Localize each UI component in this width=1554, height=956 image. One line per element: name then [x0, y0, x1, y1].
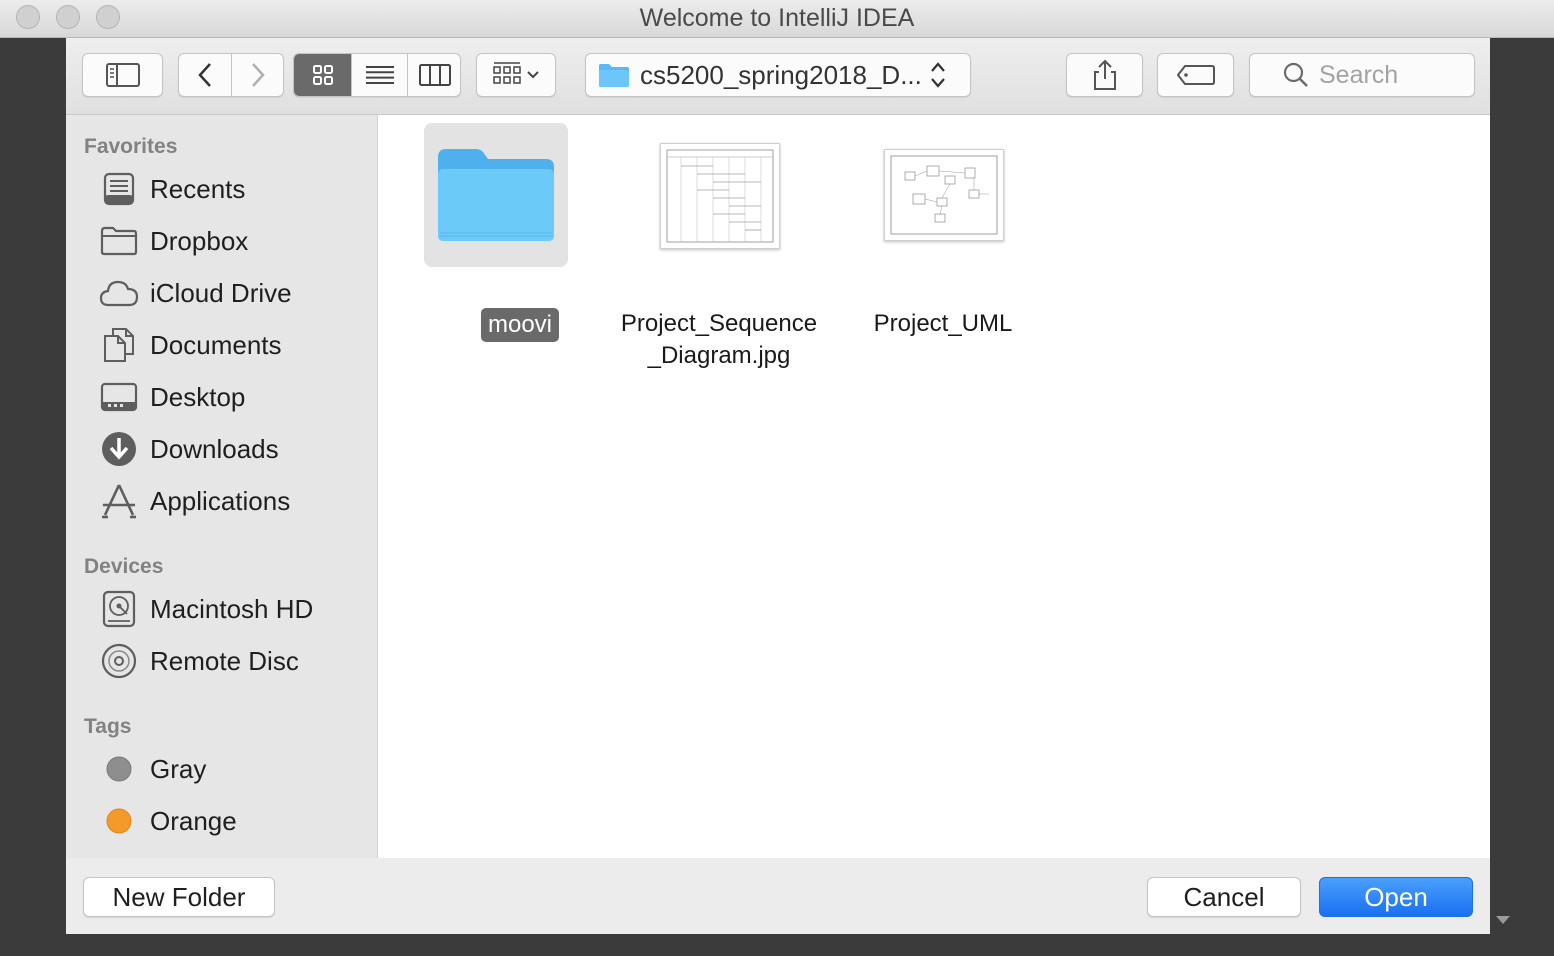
sidebar-item-applications[interactable]: Applications — [99, 479, 369, 523]
sidebar-item-label: Applications — [150, 485, 291, 516]
arrange-grid-icon — [493, 62, 539, 84]
file-name: Project_Sequence _Diagram.jpg — [604, 308, 834, 372]
sidebar-item-label: Downloads — [150, 433, 279, 464]
section-title-tags: Tags — [84, 715, 132, 738]
sidebar-item-dropbox[interactable]: Dropbox — [99, 219, 369, 263]
disc-icon — [101, 643, 137, 679]
tags-button[interactable] — [1157, 53, 1234, 97]
file-name: moovi — [480, 308, 560, 342]
sidebar-item-icloud-drive[interactable]: iCloud Drive — [99, 271, 369, 315]
window-title: Welcome to IntelliJ IDEA — [639, 4, 915, 32]
sidebar-item-tag-orange[interactable]: Orange — [99, 799, 369, 843]
sidebar-toggle-button[interactable] — [82, 53, 163, 97]
new-folder-button[interactable]: New Folder — [83, 877, 275, 917]
column-view-icon — [419, 64, 451, 86]
file-name-line: _Diagram.jpg — [647, 342, 791, 369]
folder-icon — [100, 226, 138, 256]
sidebar-item-label: Macintosh HD — [150, 593, 314, 624]
sidebar-item-label: Gray — [150, 753, 207, 784]
sidebar-item-macintosh-hd[interactable]: Macintosh HD — [99, 587, 369, 631]
cancel-button[interactable]: Cancel — [1147, 877, 1301, 917]
sidebar-item-label: Remote Disc — [150, 645, 299, 676]
sequence-diagram-thumbnail-icon — [666, 149, 774, 243]
tag-dot-icon — [106, 756, 132, 782]
documents-icon — [104, 328, 134, 362]
section-title-favorites: Favorites — [84, 135, 178, 158]
image-thumbnail — [660, 143, 780, 249]
cloud-icon — [99, 280, 139, 307]
image-thumbnail — [884, 149, 1004, 241]
sidebar-item-label: Dropbox — [150, 225, 249, 256]
view-mode-selector — [293, 53, 461, 97]
sidebar: Favorites Recents Dropbox iCloud Drive D… — [66, 115, 378, 858]
dialog-bottom-bar: New Folder Cancel Open — [66, 858, 1490, 934]
sidebar-item-label: Recents — [150, 173, 246, 204]
sidebar-item-documents[interactable]: Documents — [99, 323, 369, 367]
scroll-down-arrow-icon[interactable] — [1496, 916, 1510, 924]
sidebar-item-desktop[interactable]: Desktop — [99, 375, 369, 419]
search-field[interactable]: Search — [1249, 53, 1475, 97]
current-folder-label: cs5200_spring2018_D... — [640, 59, 922, 90]
dialog-toolbar: cs5200_spring2018_D... Search — [66, 38, 1490, 115]
navigation-buttons — [178, 53, 284, 97]
file-name: Project_UML — [873, 310, 1013, 337]
sidebar-item-label: Orange — [150, 805, 237, 836]
tag-icon — [1176, 65, 1215, 85]
sidebar-item-tag-gray[interactable]: Gray — [99, 747, 369, 791]
icon-view-icon — [312, 65, 333, 85]
forward-button[interactable] — [231, 54, 283, 96]
up-down-chevron-icon — [931, 62, 945, 88]
open-button[interactable]: Open — [1319, 877, 1473, 917]
open-file-dialog: cs5200_spring2018_D... Search Favorites … — [66, 38, 1490, 934]
icon-view-button[interactable] — [294, 54, 351, 96]
tag-dot-icon — [106, 808, 132, 834]
list-view-icon — [365, 66, 394, 84]
arrange-menu-button[interactable] — [476, 53, 556, 97]
sidebar-icon — [105, 63, 140, 87]
applications-icon — [102, 484, 136, 519]
chevron-left-icon — [198, 63, 211, 87]
sidebar-item-remote-disc[interactable]: Remote Disc — [99, 639, 369, 683]
search-placeholder: Search — [1319, 60, 1399, 89]
window-title-bar: Welcome to IntelliJ IDEA — [0, 0, 1554, 38]
section-title-devices: Devices — [84, 555, 164, 578]
back-button[interactable] — [179, 54, 231, 96]
uml-diagram-thumbnail-icon — [890, 155, 998, 235]
sidebar-item-downloads[interactable]: Downloads — [99, 427, 369, 471]
list-view-button[interactable] — [351, 54, 407, 96]
folder-icon — [438, 149, 554, 241]
file-browser: moovi Project_Sequence _Diagram.jpg Proj… — [378, 115, 1490, 858]
desktop-icon — [100, 382, 138, 412]
chevron-right-icon — [251, 63, 265, 87]
path-popup-button[interactable]: cs5200_spring2018_D... — [585, 53, 971, 97]
search-icon — [1283, 62, 1308, 87]
sidebar-item-label: Desktop — [150, 381, 246, 412]
share-icon — [1093, 59, 1116, 90]
folder-icon — [599, 64, 629, 87]
share-button[interactable] — [1066, 53, 1143, 97]
hard-drive-icon — [102, 590, 136, 628]
downloads-icon — [102, 432, 136, 466]
file-name-line: Project_Sequence — [620, 310, 818, 337]
sidebar-item-label: Documents — [150, 329, 282, 360]
sidebar-item-recents[interactable]: Recents — [99, 167, 369, 211]
sidebar-item-label: iCloud Drive — [150, 277, 292, 308]
recents-icon — [103, 172, 135, 206]
column-view-button[interactable] — [407, 54, 460, 96]
